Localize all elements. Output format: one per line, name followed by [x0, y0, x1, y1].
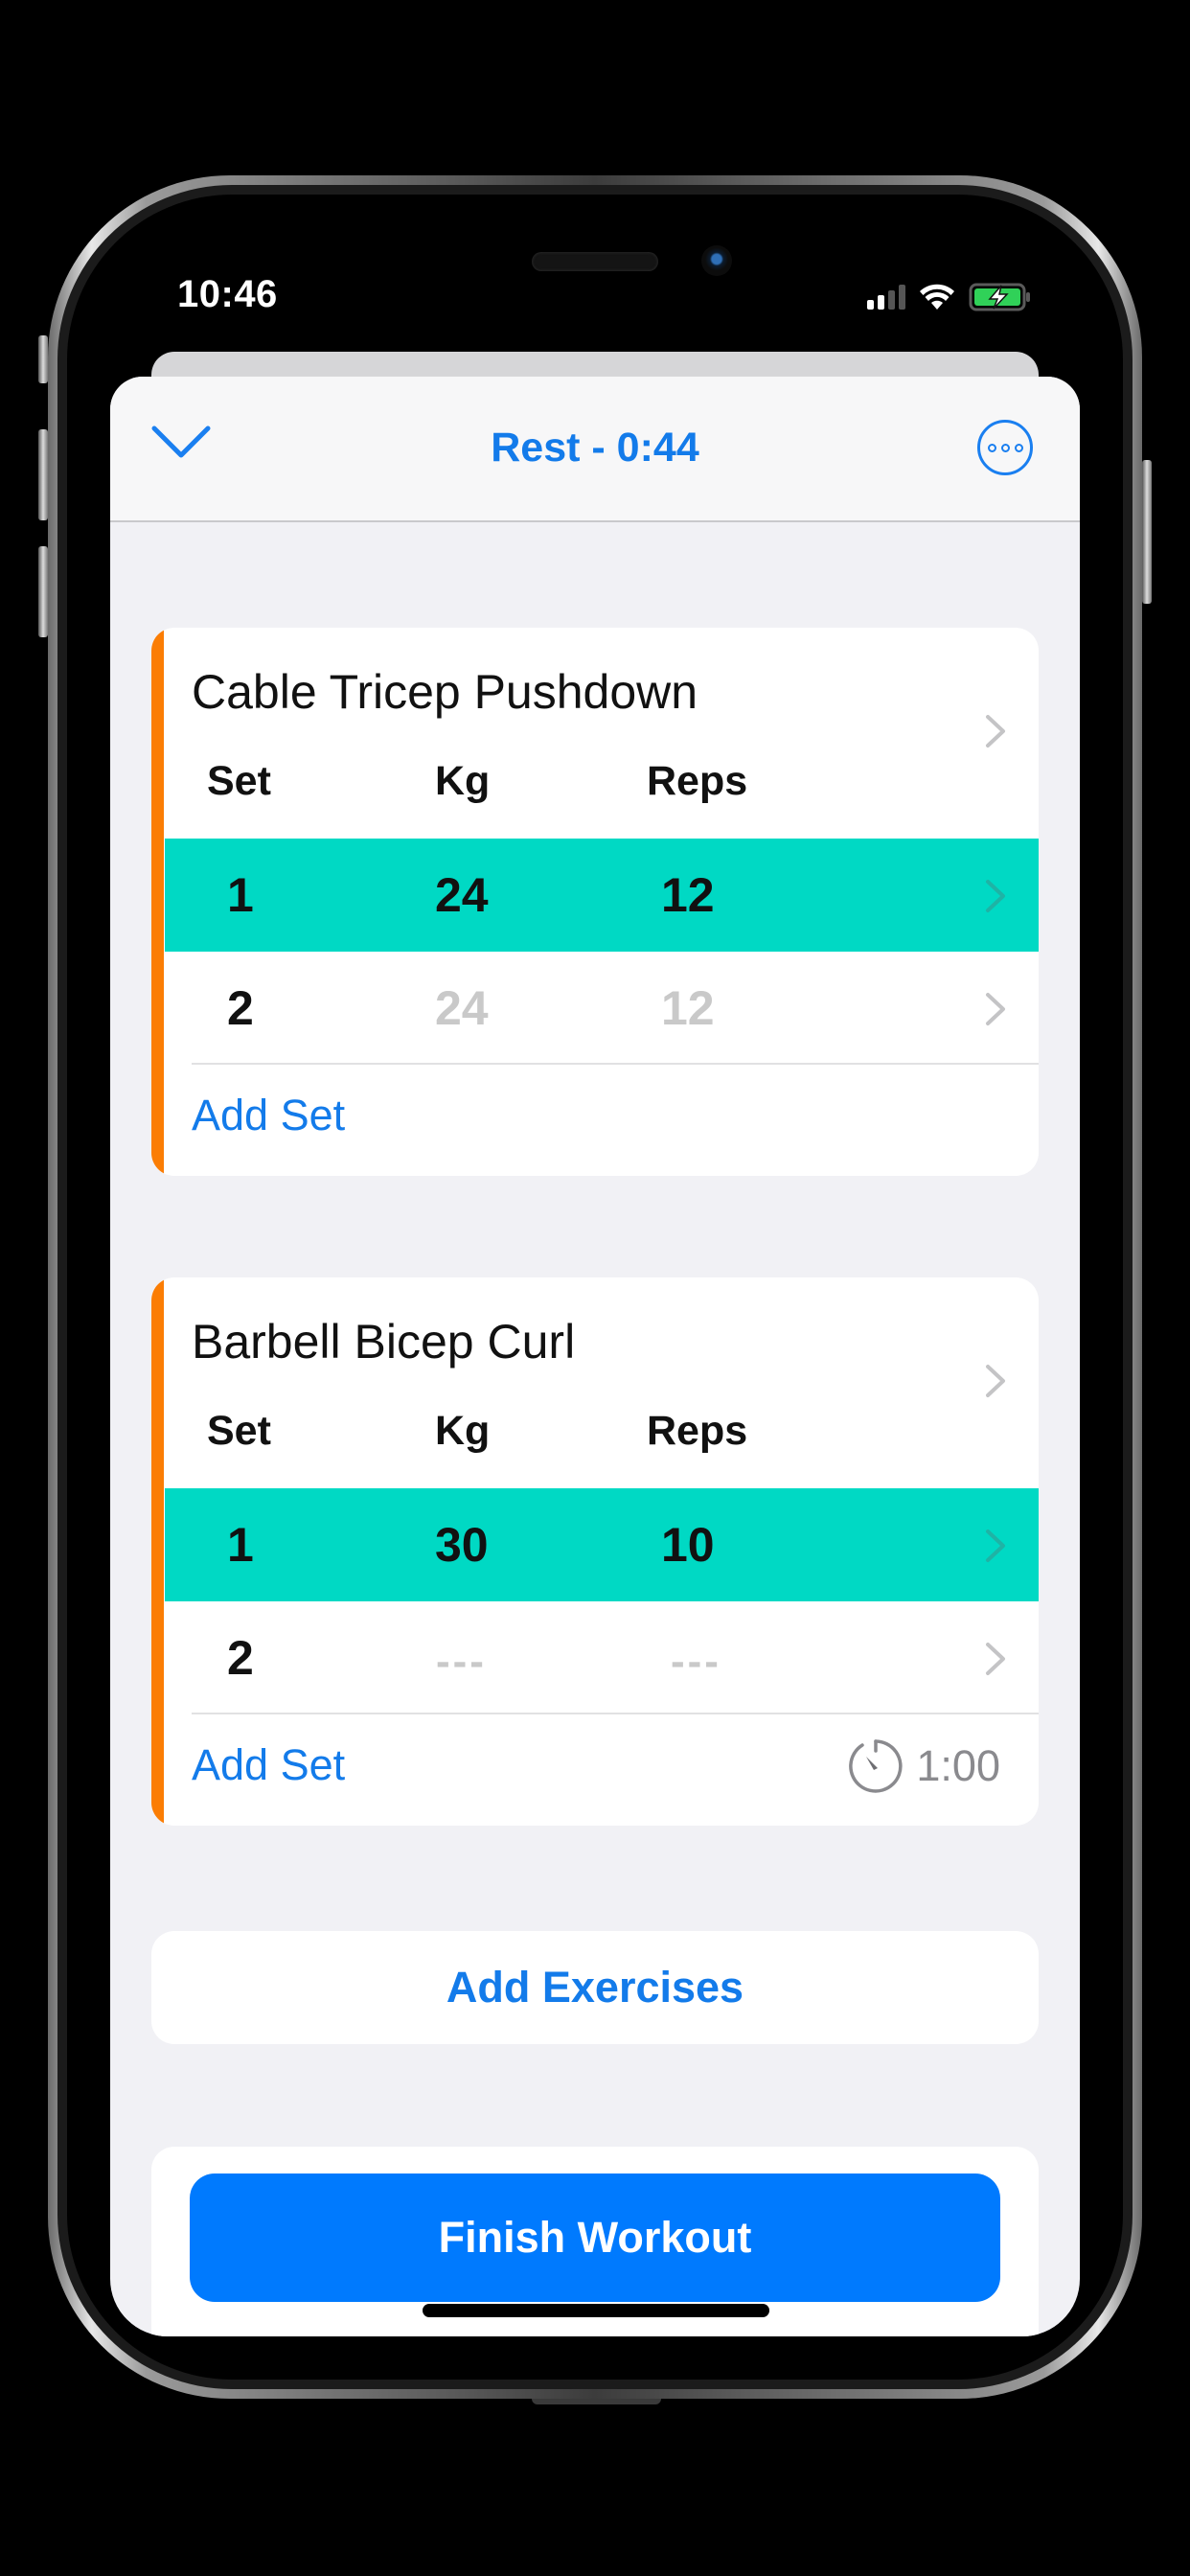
- add-set-button[interactable]: Add Set: [192, 1740, 345, 1790]
- status-icons: [867, 278, 1032, 316]
- ellipsis-dot: [1000, 443, 1010, 452]
- set-reps-empty: ---: [671, 1638, 721, 1685]
- volume-up-button: [38, 429, 48, 520]
- rest-timer-value: 1:00: [916, 1741, 1000, 1790]
- rest-timer-button[interactable]: 1:00: [845, 1736, 1000, 1797]
- finish-workout-button[interactable]: Finish Workout: [190, 2174, 1000, 2302]
- column-header-kg: Kg: [435, 1408, 491, 1454]
- add-exercises-button[interactable]: Add Exercises: [151, 1931, 1039, 2044]
- status-time: 10:46: [177, 273, 278, 315]
- set-reps: 10: [661, 1518, 715, 1572]
- set-weight-empty: ---: [436, 1638, 487, 1685]
- column-header-set: Set: [207, 758, 271, 804]
- column-header-reps: Reps: [647, 758, 748, 804]
- set-weight: 24: [435, 868, 489, 922]
- column-header-set: Set: [207, 1408, 271, 1454]
- more-options-button[interactable]: [977, 420, 1033, 475]
- sheet-header: Rest - 0:44: [110, 377, 1080, 522]
- earpiece-speaker: [532, 252, 658, 271]
- chevron-right-icon[interactable]: [985, 1364, 1006, 1398]
- silent-switch: [38, 335, 48, 383]
- stopwatch-icon: [849, 1739, 903, 1793]
- exercise-card: Cable Tricep Pushdown Set Kg Reps 1 24 1…: [151, 628, 1039, 1176]
- chevron-right-icon[interactable]: [985, 714, 1006, 748]
- exercise-name[interactable]: Barbell Bicep Curl: [192, 1314, 575, 1369]
- power-button: [1142, 460, 1152, 604]
- ellipsis-circle-icon: [987, 443, 996, 452]
- column-header-reps: Reps: [647, 1408, 748, 1454]
- cellular-signal-icon: [867, 285, 905, 310]
- battery-charging-icon: [969, 283, 1030, 311]
- set-number: 2: [227, 1631, 254, 1685]
- home-indicator[interactable]: [423, 2304, 769, 2317]
- add-set-button[interactable]: Add Set: [192, 1091, 345, 1140]
- ellipsis-dot: [1014, 443, 1023, 452]
- set-row[interactable]: 2 24 12: [165, 952, 1039, 1065]
- row-divider: [192, 1713, 1039, 1714]
- set-row[interactable]: 1 24 12: [165, 839, 1039, 952]
- set-number: 2: [227, 981, 254, 1035]
- chevron-right-icon: [986, 1530, 1005, 1562]
- chevron-right-icon: [986, 993, 1005, 1025]
- phone-bottom-edge: [532, 2399, 661, 2404]
- chevron-right-icon: [986, 880, 1005, 912]
- column-header-kg: Kg: [435, 758, 491, 804]
- exercise-accent-stripe: [151, 628, 164, 1176]
- wifi-icon: [920, 284, 954, 310]
- set-reps: 12: [661, 868, 715, 922]
- exercise-card: Barbell Bicep Curl Set Kg Reps 1 30 10 2…: [151, 1277, 1039, 1826]
- set-number: 1: [227, 1518, 254, 1572]
- exercise-name[interactable]: Cable Tricep Pushdown: [192, 664, 698, 720]
- workout-sheet: Rest - 0:44 Cable Tricep Pushdown Set Kg…: [110, 377, 1080, 2336]
- set-row[interactable]: 2 --- ---: [165, 1601, 1039, 1714]
- set-reps-placeholder: 12: [661, 981, 715, 1035]
- row-divider: [192, 1063, 1039, 1065]
- set-number: 1: [227, 868, 254, 922]
- front-camera: [701, 245, 732, 276]
- set-row[interactable]: 1 30 10: [165, 1488, 1039, 1601]
- rest-timer-title: Rest - 0:44: [491, 425, 699, 471]
- set-weight-placeholder: 24: [435, 981, 489, 1035]
- volume-down-button: [38, 546, 48, 637]
- set-weight: 30: [435, 1518, 489, 1572]
- chevron-right-icon: [986, 1643, 1005, 1675]
- exercise-accent-stripe: [151, 1277, 164, 1826]
